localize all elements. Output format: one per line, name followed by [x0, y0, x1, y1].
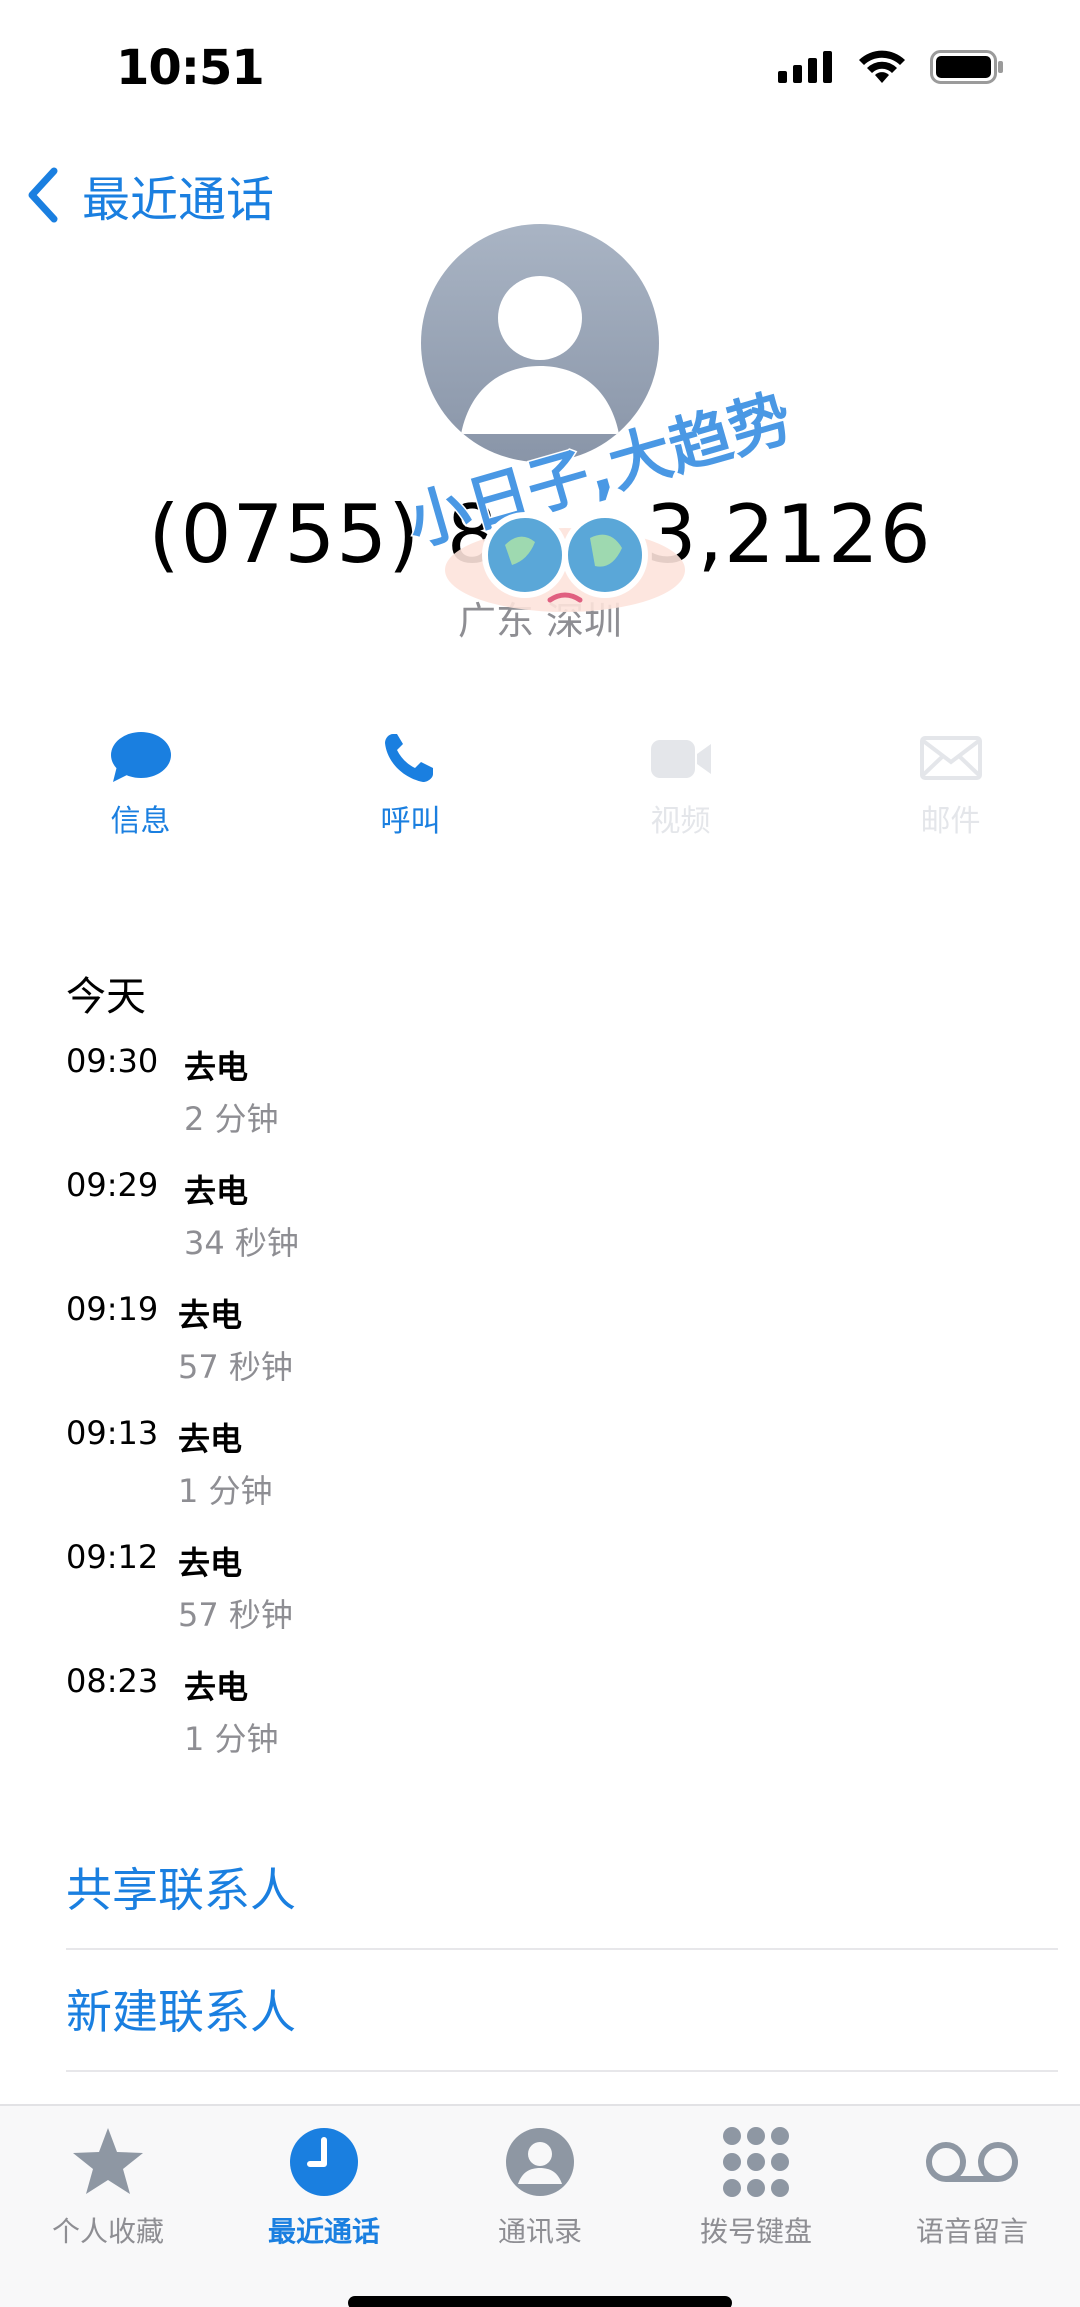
call-time: 08:23: [66, 1662, 159, 1700]
call-row: 09:13 去电 1 分钟: [66, 1414, 966, 1538]
mail-label: 邮件: [920, 804, 981, 839]
video-camera-icon: [650, 740, 711, 778]
battery-icon: [930, 50, 1003, 84]
call-row: 09:12 去电 57 秒钟: [66, 1538, 966, 1662]
call-duration: 1 分钟: [184, 1720, 279, 1758]
call-time: 09:12: [66, 1538, 159, 1576]
tab-contacts-label: 通讯录: [497, 2215, 582, 2248]
person-silhouette-icon: [461, 276, 619, 434]
call-history-list: 09:30 去电 2 分钟 09:29 去电 34 秒钟 09:19 去电 57…: [66, 1042, 966, 1786]
star-icon: [73, 2128, 143, 2194]
avatar: [421, 224, 659, 462]
call-duration: 57 秒钟: [178, 1348, 293, 1386]
call-type: 去电: [184, 1172, 249, 1210]
call-time: 09:29: [66, 1166, 159, 1204]
phone-icon: [384, 734, 433, 782]
call-duration: 2 分钟: [184, 1100, 279, 1138]
mail-icon: [919, 736, 982, 780]
status-icons: [778, 50, 1004, 84]
call-label: 呼叫: [380, 804, 441, 839]
tab-favorites-label: 个人收藏: [51, 2215, 164, 2248]
chevron-left-icon: [28, 167, 58, 223]
call-row: 09:30 去电 2 分钟: [66, 1042, 966, 1166]
call-type: 去电: [178, 1420, 243, 1458]
history-date-header: 今天: [66, 974, 146, 1020]
person-circle-icon: [506, 2128, 574, 2196]
clock-icon: [290, 2128, 358, 2196]
location-label: 广东 深圳: [457, 599, 623, 643]
call-type: 去电: [178, 1296, 243, 1334]
contact-actions-row: 信息 呼叫 视频 邮件: [0, 730, 1080, 840]
call-time: 09:30: [66, 1042, 159, 1080]
share-contact-button[interactable]: 共享联系人: [66, 1828, 1058, 1950]
call-time: 09:13: [66, 1414, 159, 1452]
tab-recents-label: 最近通话: [267, 2215, 380, 2248]
tab-contacts[interactable]: 通讯录: [432, 2124, 648, 2250]
call-type: 去电: [184, 1668, 249, 1706]
message-button[interactable]: 信息: [11, 730, 270, 840]
call-row: 09:29 去电 34 秒钟: [66, 1166, 966, 1290]
tab-keypad-label: 拨号键盘: [699, 2215, 812, 2248]
back-label: 最近通话: [82, 172, 275, 228]
tab-voicemail[interactable]: 语音留言: [864, 2124, 1080, 2250]
call-type: 去电: [184, 1048, 249, 1086]
wifi-icon: [859, 50, 905, 83]
call-row: 09:19 去电 57 秒钟: [66, 1290, 966, 1414]
phone-number: (0755) 8 3,2126: [148, 488, 932, 581]
video-button[interactable]: 视频: [551, 730, 810, 840]
tab-voicemail-label: 语音留言: [915, 2215, 1028, 2248]
voicemail-icon: [926, 2142, 1018, 2182]
status-time: 10:51: [116, 40, 265, 96]
call-row: 08:23 去电 1 分钟: [66, 1662, 966, 1786]
call-duration: 57 秒钟: [178, 1596, 293, 1634]
video-label: 视频: [650, 804, 711, 839]
keypad-icon: [723, 2127, 789, 2197]
call-time: 09:19: [66, 1290, 159, 1328]
mail-button[interactable]: 邮件: [821, 730, 1080, 840]
call-duration: 1 分钟: [178, 1472, 273, 1510]
back-button[interactable]: 最近通话: [22, 160, 274, 230]
call-detail-screen: 10:51 最近通话 (0755) 8 3,2126 广东 深圳 小日子,大趋势…: [0, 0, 1080, 2307]
new-contact-button[interactable]: 新建联系人: [66, 1950, 1058, 2072]
tab-bar: 个人收藏 最近通话 通讯录 拨号键盘 语音留言: [0, 2104, 1080, 2307]
message-bubble-icon: [110, 732, 171, 782]
call-button[interactable]: 呼叫: [281, 730, 540, 840]
tab-keypad[interactable]: 拨号键盘: [648, 2124, 864, 2250]
call-duration: 34 秒钟: [184, 1224, 299, 1262]
tab-recents[interactable]: 最近通话: [216, 2124, 432, 2250]
signal-icon: [778, 51, 832, 83]
home-indicator: [348, 2296, 732, 2307]
call-type: 去电: [178, 1544, 243, 1582]
message-label: 信息: [110, 804, 171, 839]
tab-favorites[interactable]: 个人收藏: [0, 2124, 216, 2250]
